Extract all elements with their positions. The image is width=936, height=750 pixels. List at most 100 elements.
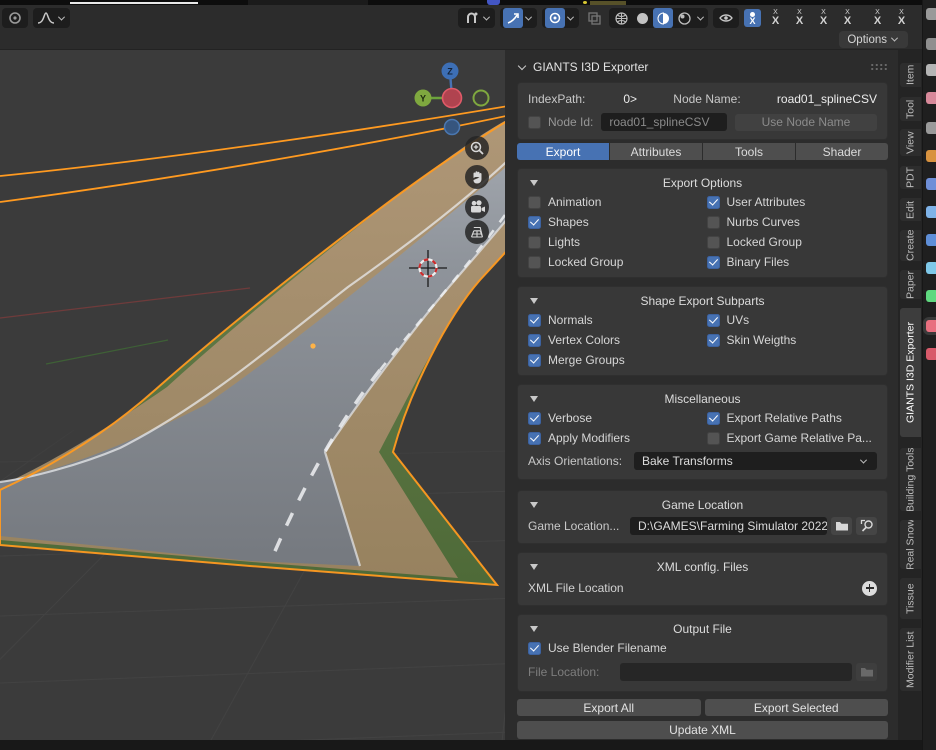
sidebar-tab-paper[interactable]: Paper xyxy=(899,269,921,300)
unknown-icon-button[interactable]: XX xyxy=(838,10,857,26)
checkbox[interactable] xyxy=(528,196,541,209)
gizmo-axis-neg-z[interactable] xyxy=(445,120,460,135)
unknown-icon-button[interactable]: XX xyxy=(814,10,833,26)
proportional-falloff-icon[interactable] xyxy=(545,8,565,28)
sidebar-tab-create[interactable]: Create xyxy=(899,229,921,262)
sidebar-tab-item[interactable]: Item xyxy=(899,62,921,88)
output-file-header[interactable]: Output File xyxy=(528,620,877,638)
checkbox-use-blender-filename[interactable]: Use Blender Filename xyxy=(528,638,877,658)
checkbox[interactable] xyxy=(707,412,720,425)
export-options-header[interactable]: Export Options xyxy=(528,174,877,192)
properties-tab-icon[interactable] xyxy=(926,348,936,360)
chevron-down-icon[interactable] xyxy=(483,13,490,20)
snap-target-dropdown[interactable] xyxy=(500,8,537,28)
export-selected-button[interactable]: Export Selected xyxy=(705,699,889,716)
properties-tab-icon[interactable] xyxy=(926,206,936,218)
checkbox[interactable] xyxy=(707,256,720,269)
xray-toggle-button[interactable]: X xyxy=(744,9,761,27)
game-location-header[interactable]: Game Location xyxy=(528,496,877,514)
tab-tools[interactable]: Tools xyxy=(703,143,795,160)
checkbox[interactable] xyxy=(707,334,720,347)
unknown-icon-button[interactable]: XX xyxy=(868,10,887,26)
shading-wireframe-icon[interactable] xyxy=(611,8,631,28)
shading-rendered-icon[interactable] xyxy=(674,8,694,28)
sidebar-tab-tissue[interactable]: Tissue xyxy=(899,577,921,620)
shading-material-icon[interactable] xyxy=(653,8,673,28)
checkbox-skin-weigths[interactable]: Skin Weigths xyxy=(707,330,878,350)
checkbox-export-game-relative[interactable]: Export Game Relative Pa... xyxy=(707,428,878,448)
duplicate-icon[interactable] xyxy=(584,8,604,28)
axis-orientations-dropdown[interactable]: Bake Transforms xyxy=(634,452,877,470)
falloff-dropdown[interactable] xyxy=(33,8,70,28)
sidebar-tab-real-snow[interactable]: Real Snow xyxy=(899,519,921,570)
tab-export[interactable]: Export xyxy=(517,143,609,160)
properties-tab-icon[interactable] xyxy=(926,8,936,20)
panel-header[interactable]: GIANTS I3D Exporter xyxy=(517,56,888,78)
panel-drag-grip[interactable] xyxy=(870,63,888,71)
properties-tab-icon[interactable] xyxy=(926,92,936,104)
spline-control-point[interactable] xyxy=(310,343,315,348)
sidebar-tab-pdt[interactable]: PDT xyxy=(899,165,921,190)
checkbox[interactable] xyxy=(707,216,720,229)
chevron-down-icon[interactable] xyxy=(567,13,574,20)
snap-dropdown[interactable] xyxy=(458,8,495,28)
properties-tab-icon[interactable] xyxy=(926,150,936,162)
properties-tab-icon-active[interactable] xyxy=(926,320,936,332)
unknown-icon-button[interactable]: XX xyxy=(892,10,911,26)
update-xml-button[interactable]: Update XML xyxy=(517,721,888,739)
checkbox-binary-files[interactable]: Binary Files xyxy=(707,252,878,272)
grid-view-button[interactable] xyxy=(465,220,489,244)
properties-tab-icon[interactable] xyxy=(926,262,936,274)
checkbox[interactable] xyxy=(707,196,720,209)
checkbox-verbose[interactable]: Verbose xyxy=(528,408,699,428)
file-location-field[interactable] xyxy=(620,663,852,681)
sidebar-tab-modifier-list[interactable]: Modifier List xyxy=(899,627,921,692)
checkbox[interactable] xyxy=(707,432,720,445)
checkbox-apply-modifiers[interactable]: Apply Modifiers xyxy=(528,428,699,448)
eye-icon[interactable] xyxy=(716,8,736,28)
xml-config-header[interactable]: XML config. Files xyxy=(528,558,877,576)
tab-shader[interactable]: Shader xyxy=(796,143,888,160)
checkbox-uvs[interactable]: UVs xyxy=(707,310,878,330)
shading-solid-icon[interactable] xyxy=(632,8,652,28)
properties-tab-icon[interactable] xyxy=(926,122,936,134)
checkbox[interactable] xyxy=(528,216,541,229)
checkbox[interactable] xyxy=(528,334,541,347)
sidebar-tab-view[interactable]: View xyxy=(899,128,921,157)
unknown-icon-button[interactable]: XX xyxy=(766,10,785,26)
node-id-checkbox[interactable] xyxy=(528,116,541,129)
properties-tab-icon[interactable] xyxy=(926,178,936,190)
tab-attributes[interactable]: Attributes xyxy=(610,143,702,160)
checkbox-animation[interactable]: Animation xyxy=(528,192,699,212)
snap-target-icon[interactable] xyxy=(503,8,523,28)
miscellaneous-header[interactable]: Miscellaneous xyxy=(528,390,877,408)
use-node-name-button[interactable]: Use Node Name xyxy=(735,114,877,131)
export-all-button[interactable]: Export All xyxy=(517,699,701,716)
open-folder-button[interactable] xyxy=(831,517,852,535)
game-location-field[interactable]: D:\GAMES\Farming Simulator 2022\ xyxy=(630,517,827,535)
sidebar-tab-building-tools[interactable]: Building Tools xyxy=(899,447,921,512)
magnet-icon[interactable] xyxy=(461,8,481,28)
checkbox[interactable] xyxy=(707,236,720,249)
chevron-down-icon[interactable] xyxy=(525,13,532,20)
gizmo-axis-neg-y[interactable] xyxy=(474,91,489,106)
detect-game-path-button[interactable] xyxy=(856,517,877,535)
checkbox-shapes[interactable]: Shapes xyxy=(528,212,699,232)
checkbox[interactable] xyxy=(528,412,541,425)
properties-tab-icon[interactable] xyxy=(926,290,936,302)
chevron-down-icon[interactable] xyxy=(697,13,704,20)
proportional-edit-toggle-button[interactable] xyxy=(2,8,28,28)
gizmo-axis-x[interactable] xyxy=(443,89,462,108)
proportional-circle-icon[interactable] xyxy=(5,8,25,28)
checkbox[interactable] xyxy=(707,314,720,327)
sidebar-tab-giants-exporter[interactable]: GIANTS I3D Exporter xyxy=(899,307,921,438)
checkbox-export-relative-paths[interactable]: Export Relative Paths xyxy=(707,408,878,428)
add-xml-file-button[interactable] xyxy=(862,581,877,596)
options-button[interactable]: Options xyxy=(839,31,908,48)
checkbox-user-attributes[interactable]: User Attributes xyxy=(707,192,878,212)
chevron-down-icon[interactable] xyxy=(58,13,65,20)
properties-tab-icon[interactable] xyxy=(926,38,936,50)
checkbox-lights[interactable]: Lights xyxy=(528,232,699,252)
zoom-tool-button[interactable] xyxy=(465,136,489,160)
unknown-icon-button[interactable]: XX xyxy=(790,10,809,26)
